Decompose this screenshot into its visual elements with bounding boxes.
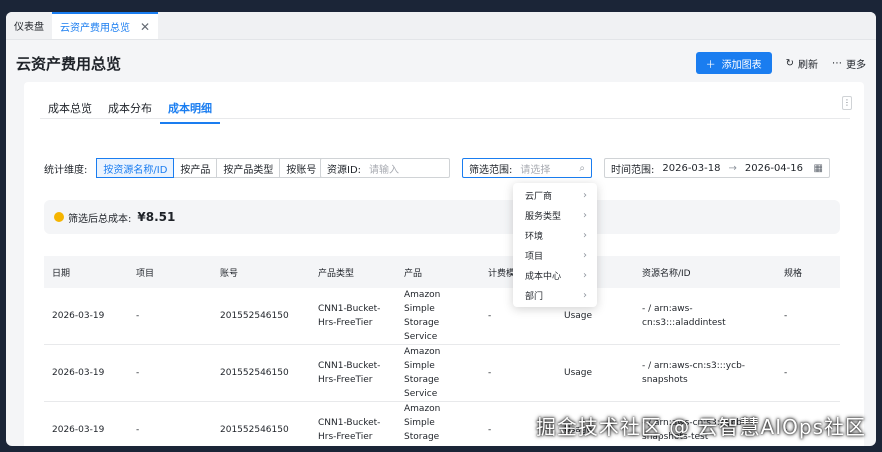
cell-project: - xyxy=(128,288,212,345)
dimension-account[interactable]: 按账号 xyxy=(279,158,324,178)
table-row[interactable]: 2026-03-19 - 201552546150 CNN1-Bucket-Hr… xyxy=(44,344,840,402)
col-resource: 资源名称/ID xyxy=(634,256,776,288)
dimension-product[interactable]: 按产品 xyxy=(173,158,218,178)
chevron-right-icon: › xyxy=(583,209,587,221)
dropdown-item-cloud-vendor[interactable]: 云厂商 › xyxy=(513,185,597,205)
cell-project: - xyxy=(128,401,212,446)
cell-account: 201552546150 xyxy=(212,344,310,402)
total-cost-amount: ¥8.51 xyxy=(137,210,176,224)
cell-product: Amazon Simple Storage Service xyxy=(396,401,480,446)
page-header: 云资产费用总览 ＋ 添加图表 ↻ 刷新 ⋯ 更多 xyxy=(6,40,876,86)
chevron-right-icon: › xyxy=(583,229,587,241)
chevron-right-icon: › xyxy=(583,249,587,261)
time-start[interactable]: 2026-03-18 xyxy=(662,163,720,174)
cell-product-type: CNN1-Bucket-Hrs-FreeTier xyxy=(310,344,396,402)
tab-bar: 仪表盘 云资产费用总览 ✕ xyxy=(6,12,876,40)
subtab-distribution[interactable]: 成本分布 xyxy=(100,94,160,124)
scope-select[interactable]: 筛选范围: 请选择 ⌕ xyxy=(462,158,592,178)
cell-date: 2026-03-19 xyxy=(44,344,128,402)
cell-date: 2026-03-19 xyxy=(44,288,128,345)
subtab-overview[interactable]: 成本总览 xyxy=(40,94,100,124)
watermark: 掘金技术社区 @ 云智慧AIOps社区 xyxy=(535,415,866,439)
tab-dashboard[interactable]: 仪表盘 xyxy=(6,12,52,39)
cell-resource: - / arn:aws-cn:s3:::ycb-snapshots xyxy=(634,344,776,402)
dropdown-item-department[interactable]: 部门 › xyxy=(513,285,597,305)
cell-billing-mode: - xyxy=(480,344,556,402)
coin-icon xyxy=(54,212,64,222)
cell-account: 201552546150 xyxy=(212,288,310,345)
cell-date: 2026-03-19 xyxy=(44,401,128,446)
table-row[interactable]: 2026-03-19 - 201552546150 CNN1-Bucket-Hr… xyxy=(44,288,840,345)
dimension-resource[interactable]: 按资源名称/ID xyxy=(96,158,175,178)
more-button[interactable]: ⋯ 更多 xyxy=(832,56,866,71)
scope-dropdown-menu: 云厂商 › 服务类型 › 环境 › 项目 › 成本中心 › 部门 › xyxy=(513,183,597,307)
more-icon: ⋯ xyxy=(832,57,842,69)
add-chart-button[interactable]: ＋ 添加图表 xyxy=(695,52,772,74)
subtab-detail[interactable]: 成本明细 xyxy=(160,94,220,124)
total-cost-label: 筛选后总成本: xyxy=(68,213,132,225)
page-title: 云资产费用总览 xyxy=(16,54,122,73)
close-icon[interactable]: ✕ xyxy=(140,20,150,34)
cell-product-type: CNN1-Bucket-Hrs-FreeTier xyxy=(310,401,396,446)
dimension-filter: 统计维度: 按资源名称/ID 按产品 按产品类型 按账号 xyxy=(44,158,324,178)
cell-spec: - xyxy=(776,344,840,402)
dimension-product-type[interactable]: 按产品类型 xyxy=(216,158,281,178)
tab-cost-overview[interactable]: 云资产费用总览 ✕ xyxy=(52,12,159,39)
time-end[interactable]: 2026-04-16 xyxy=(745,163,803,174)
cell-product: Amazon Simple Storage Service xyxy=(396,288,480,345)
divider xyxy=(40,118,850,119)
cell-account: 201552546150 xyxy=(212,401,310,446)
time-range-picker[interactable]: 时间范围: 2026-03-18 → 2026-04-16 ▦ xyxy=(604,158,830,178)
app-window: 仪表盘 云资产费用总览 ✕ 云资产费用总览 ＋ 添加图表 ↻ 刷新 ⋯ 更多 成… xyxy=(6,12,876,446)
total-cost-summary: 筛选后总成本: ¥8.51 xyxy=(44,200,840,234)
search-icon: ⌕ xyxy=(579,162,585,174)
col-account: 账号 xyxy=(212,256,310,288)
chevron-right-icon: › xyxy=(583,289,587,301)
plus-icon: ＋ xyxy=(705,59,716,71)
col-project: 项目 xyxy=(128,256,212,288)
dimension-segmented: 按资源名称/ID 按产品 按产品类型 按账号 xyxy=(96,158,324,178)
dropdown-item-environment[interactable]: 环境 › xyxy=(513,225,597,245)
resource-id-input[interactable]: 资源ID: 请输入 xyxy=(320,158,450,178)
dropdown-item-service-type[interactable]: 服务类型 › xyxy=(513,205,597,225)
refresh-button[interactable]: ↻ 刷新 xyxy=(786,56,818,71)
arrow-right-icon: → xyxy=(728,162,737,174)
chevron-right-icon: › xyxy=(583,269,587,281)
cell-resource: - / arn:aws-cn:s3:::aladdintest xyxy=(634,288,776,345)
dropdown-item-project[interactable]: 项目 › xyxy=(513,245,597,265)
col-spec: 规格 xyxy=(776,256,840,288)
col-product-type: 产品类型 xyxy=(310,256,396,288)
chevron-right-icon: › xyxy=(583,189,587,201)
cell-project: - xyxy=(128,344,212,402)
table-header-row: 日期 项目 账号 产品类型 产品 计费模式 类型 资源名称/ID 规格 xyxy=(44,256,840,288)
cell-product: Amazon Simple Storage Service xyxy=(396,344,480,402)
dropdown-item-cost-center[interactable]: 成本中心 › xyxy=(513,265,597,285)
sub-tabs: 成本总览 成本分布 成本明细 xyxy=(40,94,220,124)
cell-spec: - xyxy=(776,288,840,345)
col-date: 日期 xyxy=(44,256,128,288)
calendar-icon: ▦ xyxy=(813,162,823,174)
col-product: 产品 xyxy=(396,256,480,288)
content-card: 成本总览 成本分布 成本明细 ⋮ 统计维度: 按资源名称/ID 按产品 按产品类… xyxy=(24,82,864,446)
dimension-label: 统计维度: xyxy=(44,164,88,176)
refresh-icon: ↻ xyxy=(785,57,794,69)
cell-product-type: CNN1-Bucket-Hrs-FreeTier xyxy=(310,288,396,345)
kebab-menu-icon[interactable]: ⋮ xyxy=(842,96,852,110)
cell-type: Usage xyxy=(556,344,634,402)
